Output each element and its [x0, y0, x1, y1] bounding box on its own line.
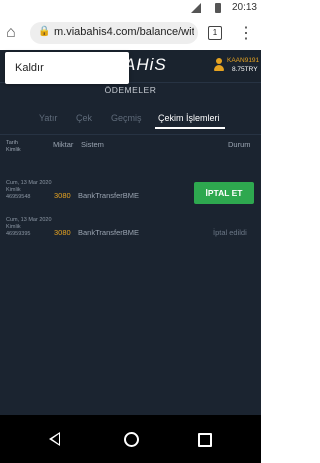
- active-tab-indicator: [155, 127, 225, 129]
- recent-apps-icon[interactable]: [198, 433, 212, 447]
- payment-tabs: Yatır Çek Geçmiş Çekim İşlemleri: [0, 110, 261, 135]
- row-amount: 3080: [54, 191, 71, 200]
- tab-history[interactable]: Geçmiş: [111, 113, 142, 123]
- row-system: BankTransferBME: [78, 228, 139, 237]
- user-icon[interactable]: [214, 58, 224, 72]
- lock-icon: 🔒: [38, 26, 51, 37]
- row-status: İptal edildi: [213, 228, 247, 237]
- web-page: AHiS KAAN9191 8.75TRY ÖDEMELER Yatır Çek…: [0, 50, 261, 415]
- cancel-button[interactable]: İPTAL ET: [194, 182, 254, 204]
- tab-withdraw[interactable]: Çek: [76, 113, 92, 123]
- tab-withdrawal-transactions[interactable]: Çekim İşlemleri: [158, 113, 220, 123]
- site-logo[interactable]: AHiS: [124, 55, 167, 75]
- browser-toolbar: ⌂ 🔒 m.viabahis4.com/balance/witl 1 ⋮: [0, 16, 261, 51]
- balance: 8.75TRY: [232, 66, 258, 73]
- remove-menu-item[interactable]: Kaldır: [15, 62, 44, 74]
- url-text: m.viabahis4.com/balance/witl: [54, 26, 194, 38]
- status-bar: 20:13: [0, 0, 261, 16]
- table-row: Cum, 13 Mar 2020 Kimlik 46959395 3080 Ba…: [0, 217, 261, 253]
- column-header-status: Durum: [228, 140, 251, 149]
- column-header-date: Tarih Kimlik: [6, 140, 21, 153]
- column-header-amount: Miktar: [53, 140, 74, 149]
- row-system: BankTransferBME: [78, 191, 139, 200]
- username[interactable]: KAAN9191: [227, 57, 259, 64]
- back-icon[interactable]: [49, 432, 60, 446]
- signal-icon: [191, 3, 201, 13]
- clock: 20:13: [231, 2, 257, 13]
- column-header-system: Sistem: [81, 140, 104, 149]
- home-button-icon[interactable]: [124, 432, 139, 447]
- tab-switcher-button[interactable]: 1: [208, 26, 222, 40]
- page-title: ÖDEMELER: [104, 85, 157, 95]
- address-bar[interactable]: 🔒 m.viabahis4.com/balance/witl: [30, 22, 198, 44]
- tab-deposit[interactable]: Yatır: [39, 113, 57, 123]
- row-date: Cum, 13 Mar 2020 Kimlik 46959548: [6, 180, 52, 200]
- table-row: Cum, 13 Mar 2020 Kimlik 46959548 3080 Ba…: [0, 180, 261, 216]
- menu-icon[interactable]: ⋮: [238, 23, 254, 43]
- row-amount: 3080: [54, 228, 71, 237]
- context-menu: Kaldır: [5, 52, 129, 84]
- android-nav-bar: [0, 415, 261, 463]
- home-icon[interactable]: ⌂: [6, 24, 16, 42]
- battery-icon: [215, 3, 221, 13]
- row-date: Cum, 13 Mar 2020 Kimlik 46959395: [6, 217, 52, 237]
